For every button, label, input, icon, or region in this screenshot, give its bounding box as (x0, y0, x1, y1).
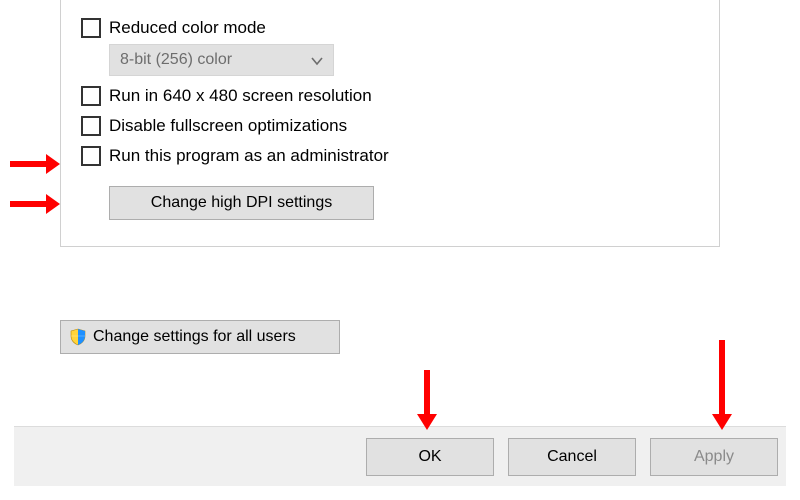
ok-button[interactable]: OK (366, 438, 494, 476)
disable-fullscreen-row: Disable fullscreen optimizations (81, 116, 699, 136)
chevron-down-icon (311, 54, 323, 66)
color-depth-dropdown[interactable]: 8-bit (256) color (109, 44, 334, 76)
run-640-label: Run in 640 x 480 screen resolution (109, 86, 372, 106)
dialog-button-bar: OK Cancel Apply (14, 426, 786, 486)
cancel-button[interactable]: Cancel (508, 438, 636, 476)
apply-label: Apply (694, 448, 734, 466)
compatibility-group: Reduced color mode 8-bit (256) color Run… (60, 0, 720, 247)
shield-icon (69, 328, 87, 346)
annotation-arrow-right-1 (10, 152, 60, 176)
annotation-arrow-right-2 (10, 192, 60, 216)
disable-fullscreen-label: Disable fullscreen optimizations (109, 116, 347, 136)
annotation-arrow-down-ok (415, 370, 439, 430)
run-as-admin-label: Run this program as an administrator (109, 146, 389, 166)
run-640-checkbox[interactable] (81, 86, 101, 106)
annotation-arrow-down-apply (710, 340, 734, 430)
color-depth-value: 8-bit (256) color (120, 51, 232, 69)
change-dpi-button[interactable]: Change high DPI settings (109, 186, 374, 220)
all-users-wrap: Change settings for all users (60, 320, 340, 354)
apply-button[interactable]: Apply (650, 438, 778, 476)
change-all-users-button[interactable]: Change settings for all users (60, 320, 340, 354)
disable-fullscreen-checkbox[interactable] (81, 116, 101, 136)
reduced-color-row: Reduced color mode (81, 18, 699, 38)
cancel-label: Cancel (547, 448, 597, 466)
change-dpi-label: Change high DPI settings (151, 194, 332, 212)
run-as-admin-row: Run this program as an administrator (81, 146, 699, 166)
change-all-users-label: Change settings for all users (93, 328, 296, 346)
run-as-admin-checkbox[interactable] (81, 146, 101, 166)
ok-label: OK (418, 448, 441, 466)
reduced-color-checkbox[interactable] (81, 18, 101, 38)
reduced-color-label: Reduced color mode (109, 18, 266, 38)
run-640-row: Run in 640 x 480 screen resolution (81, 86, 699, 106)
